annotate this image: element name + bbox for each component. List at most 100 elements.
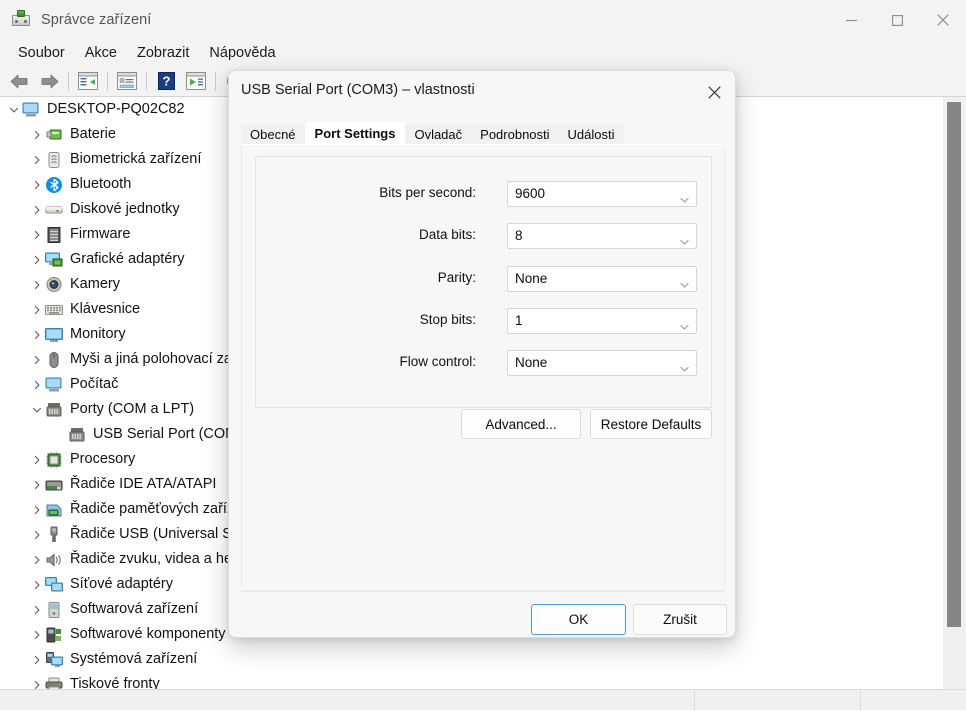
chevron-right-icon[interactable] (29, 652, 45, 668)
combobox-bits-per-second[interactable]: 9600 (507, 181, 697, 207)
statusbar (0, 689, 966, 711)
help-icon[interactable]: ? (151, 67, 181, 95)
close-button[interactable] (920, 0, 966, 40)
window-title: Správce zařízení (41, 12, 152, 28)
dialog-close-button[interactable] (691, 71, 735, 113)
chevron-right-icon[interactable] (29, 552, 45, 568)
ide-controller-icon (45, 476, 63, 494)
sound-controller-icon (45, 551, 63, 569)
chevron-right-icon[interactable] (29, 127, 45, 143)
storage-controller-icon (45, 501, 63, 519)
properties-icon[interactable] (112, 67, 142, 95)
chevron-right-icon[interactable] (29, 377, 45, 393)
chevron-right-icon[interactable] (29, 352, 45, 368)
restore-defaults-button[interactable]: Restore Defaults (590, 409, 712, 439)
tree-scrollbar[interactable] (943, 97, 966, 689)
combobox-parity[interactable]: None (507, 266, 697, 292)
print-queue-icon (45, 676, 63, 689)
tree-item-label: Baterie (70, 126, 116, 143)
tree-scrollbar-thumb[interactable] (947, 102, 961, 627)
chevron-right-icon[interactable] (29, 302, 45, 318)
chevron-right-icon[interactable] (29, 327, 45, 343)
tab-ovlada-[interactable]: Ovladač (405, 124, 472, 144)
tree-item[interactable]: Systémová zařízení (0, 647, 943, 672)
advanced-button[interactable]: Advanced... (461, 409, 581, 439)
device-manager-window: Správce zařízení Soubor Akce Zobrazit Nápov… (0, 0, 966, 711)
tab-podrobnosti[interactable]: Podrobnosti (471, 124, 559, 144)
chevron-right-icon[interactable] (29, 502, 45, 518)
chevron-right-icon[interactable] (29, 177, 45, 193)
chevron-down-icon[interactable] (6, 102, 22, 118)
forward-arrow-icon[interactable] (34, 67, 64, 95)
chevron-down-icon[interactable] (680, 276, 689, 288)
chevron-right-icon[interactable] (29, 527, 45, 543)
svg-text:?: ? (162, 74, 170, 89)
tree-item-label: Řadiče zvuku, videa a her (70, 551, 237, 568)
tree-item-label: Počítač (70, 376, 119, 393)
chevron-down-icon[interactable] (680, 191, 689, 203)
show-hide-console-tree-icon[interactable] (73, 67, 103, 95)
toolbar-separator (146, 71, 147, 91)
chevron-right-icon[interactable] (29, 452, 45, 468)
keyboard-icon (45, 301, 63, 319)
chevron-down-icon[interactable] (680, 318, 689, 330)
tree-item-label: USB Serial Port (COM3) (93, 426, 251, 443)
menu-item-akce[interactable]: Akce (75, 43, 127, 63)
chevron-down-icon[interactable] (680, 360, 689, 372)
scan-for-hardware-changes-icon[interactable] (181, 67, 211, 95)
menu-item-zobrazit[interactable]: Zobrazit (127, 43, 199, 63)
chevron-right-icon[interactable] (29, 477, 45, 493)
tree-item-label: Řadiče paměťových zařízení (70, 501, 255, 518)
chevron-right-icon[interactable] (29, 252, 45, 268)
tab-port-settings[interactable]: Port Settings (304, 122, 406, 144)
tree-item-label: Tiskové fronty (70, 676, 160, 689)
statusbar-divider (860, 690, 861, 711)
back-arrow-icon[interactable] (4, 67, 34, 95)
menu-item-n-pov-da[interactable]: Nápověda (199, 43, 285, 63)
combobox-data-bits[interactable]: 8 (507, 223, 697, 249)
maximize-button[interactable] (874, 0, 920, 40)
tree-item-label: Řadiče IDE ATA/ATAPI (70, 476, 217, 493)
chevron-down-icon[interactable] (680, 233, 689, 245)
tree-item-label: Biometrická zařízení (70, 151, 202, 168)
tree-item-label: Grafické adaptéry (70, 251, 185, 268)
tree-item-label: Softwarová zařízení (70, 601, 199, 618)
field-label: Bits per second: (379, 185, 476, 200)
tree-item-label: Síťové adaptéry (70, 576, 173, 593)
field-row: Stop bits: 1 (229, 308, 735, 334)
usb-controller-icon (45, 526, 63, 544)
menu-item-soubor[interactable]: Soubor (8, 43, 75, 63)
chevron-right-icon[interactable] (29, 602, 45, 618)
cancel-button[interactable]: Zrušit (633, 604, 727, 635)
dialog-tabstrip: Obecné Port Settings Ovladač Podrobnosti Udá… (241, 122, 624, 144)
chevron-right-icon[interactable] (29, 677, 45, 690)
computer-icon (22, 101, 40, 119)
port-icon (45, 401, 63, 419)
field-row: Bits per second: 9600 (229, 181, 735, 207)
tree-item-label: Firmware (70, 226, 131, 243)
chevron-down-icon[interactable] (29, 402, 45, 418)
software-component-icon (45, 626, 63, 644)
chevron-right-icon[interactable] (29, 577, 45, 593)
system-device-icon (45, 651, 63, 669)
field-row: Parity: None (229, 266, 735, 292)
ok-button[interactable]: OK (531, 604, 626, 635)
chevron-right-icon[interactable] (29, 152, 45, 168)
combobox-value: 8 (515, 228, 523, 243)
chevron-right-icon[interactable] (29, 227, 45, 243)
tab-obecn-[interactable]: Obecné (241, 124, 305, 144)
combobox-flow-control[interactable]: None (507, 350, 697, 376)
field-label: Flow control: (399, 354, 476, 369)
processor-icon (45, 451, 63, 469)
tree-item[interactable]: Tiskové fronty (0, 672, 943, 689)
chevron-right-icon[interactable] (29, 277, 45, 293)
dialog-footer-separator (241, 591, 725, 592)
window-controls (828, 0, 966, 40)
chevron-right-icon[interactable] (29, 202, 45, 218)
minimize-button[interactable] (828, 0, 874, 40)
tab-ud-losti[interactable]: Události (558, 124, 624, 144)
menubar: Soubor Akce Zobrazit Nápověda (0, 40, 966, 66)
combobox-stop-bits[interactable]: 1 (507, 308, 697, 334)
chevron-right-icon[interactable] (29, 627, 45, 643)
tree-item-label: Procesory (70, 451, 136, 468)
